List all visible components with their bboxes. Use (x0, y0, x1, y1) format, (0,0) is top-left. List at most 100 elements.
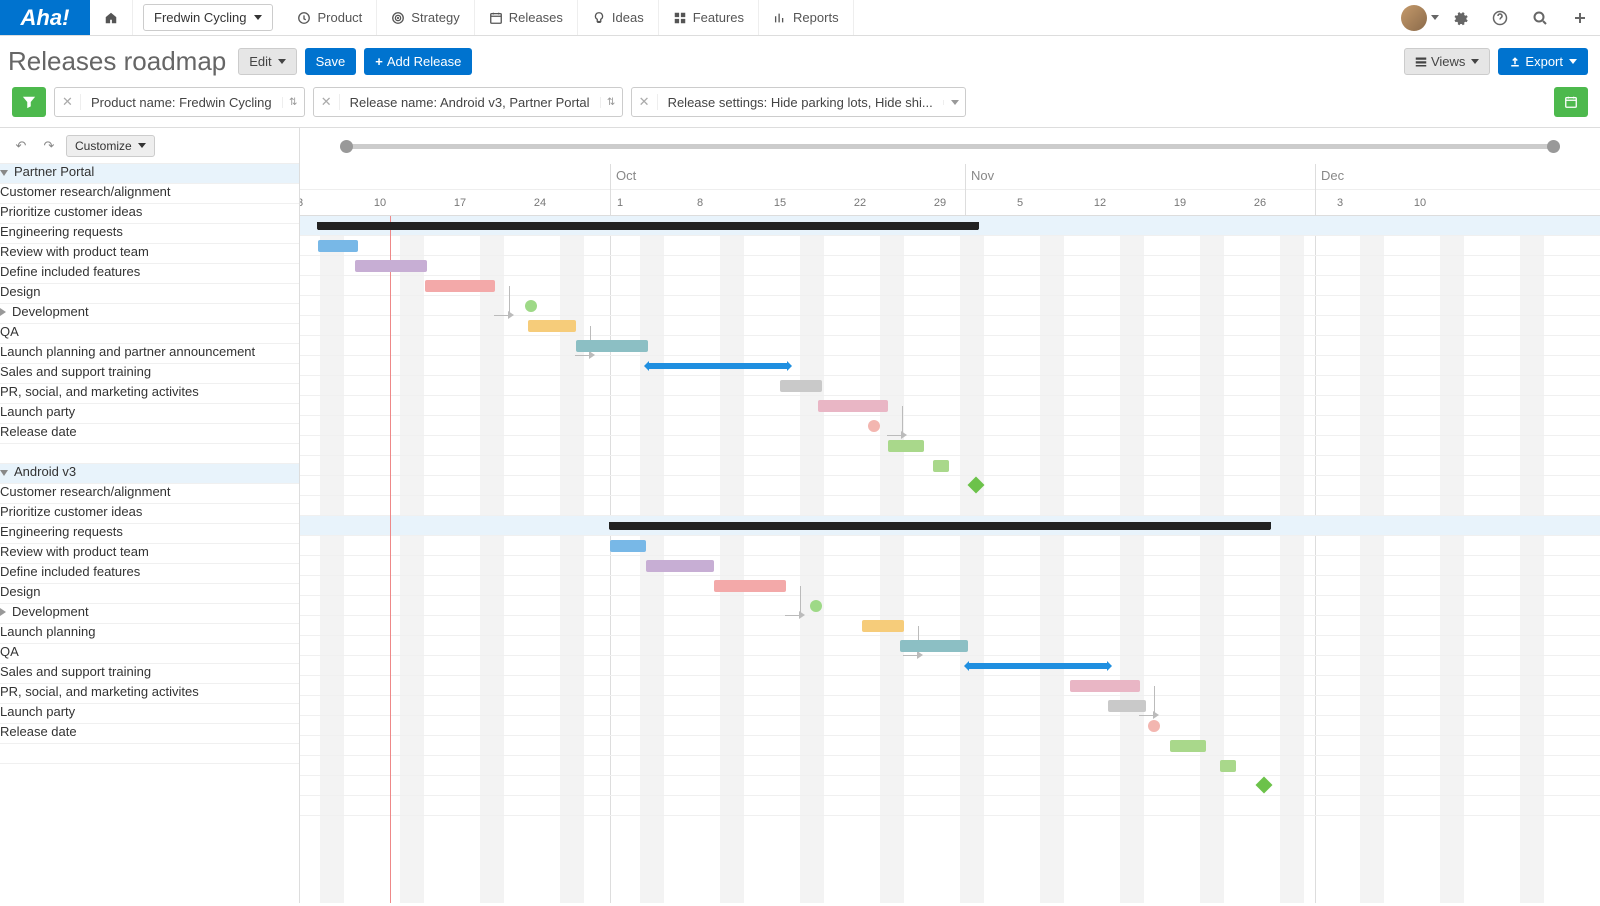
undo-icon[interactable]: ↶ (10, 135, 32, 157)
task-row[interactable]: QA (0, 644, 299, 664)
progress-bar[interactable] (648, 363, 788, 369)
milestone-marker[interactable] (525, 300, 537, 312)
task-row[interactable]: Define included features (0, 564, 299, 584)
milestone-marker[interactable] (1148, 720, 1160, 732)
release-diamond[interactable] (968, 477, 985, 494)
gantt-bar[interactable] (780, 380, 822, 392)
filter-product[interactable]: ✕ Product name: Fredwin Cycling ⇅ (54, 87, 305, 117)
gantt-bar[interactable] (610, 540, 646, 552)
gantt-bar[interactable] (576, 340, 648, 352)
task-row[interactable]: Development (0, 604, 299, 624)
group-row[interactable]: Android v3 (0, 464, 299, 484)
task-row[interactable]: Customer research/alignment (0, 184, 299, 204)
gantt-bar[interactable] (1070, 680, 1140, 692)
gantt-bar[interactable] (888, 440, 924, 452)
task-row[interactable]: Development (0, 304, 299, 324)
gantt-bar[interactable] (1108, 700, 1146, 712)
sort-icon[interactable]: ⇅ (600, 97, 622, 108)
task-row[interactable]: Prioritize customer ideas (0, 504, 299, 524)
task-row[interactable]: Launch planning and partner announcement (0, 344, 299, 364)
gantt-bar[interactable] (1220, 760, 1236, 772)
task-row[interactable]: Sales and support training (0, 364, 299, 384)
home-icon[interactable] (90, 0, 133, 35)
user-menu[interactable] (1400, 5, 1440, 31)
filter-release[interactable]: ✕ Release name: Android v3, Partner Port… (313, 87, 623, 117)
task-row[interactable]: Review with product team (0, 544, 299, 564)
calendar-button[interactable] (1554, 87, 1588, 117)
gantt-bar[interactable] (318, 240, 358, 252)
task-row[interactable]: Define included features (0, 264, 299, 284)
gantt-bar[interactable] (528, 320, 576, 332)
nav-product[interactable]: Product (283, 0, 377, 35)
nav-reports[interactable]: Reports (759, 0, 854, 35)
task-row[interactable]: PR, social, and marketing activites (0, 384, 299, 404)
task-row[interactable]: Design (0, 584, 299, 604)
left-toolbar: ↶ ↷ Customize (0, 128, 299, 164)
roadmap-main: ↶ ↷ Customize Partner PortalCustomer res… (0, 127, 1600, 903)
filter-settings[interactable]: ✕ Release settings: Hide parking lots, H… (631, 87, 966, 117)
release-diamond[interactable] (1256, 777, 1273, 794)
summary-bar[interactable] (318, 222, 978, 230)
remove-filter-icon[interactable]: ✕ (632, 94, 658, 110)
help-icon[interactable] (1480, 10, 1520, 26)
caret-down-icon[interactable] (943, 100, 965, 105)
task-row[interactable]: Launch party (0, 704, 299, 724)
expand-icon[interactable] (0, 608, 6, 616)
sort-icon[interactable]: ⇅ (282, 97, 304, 108)
task-row[interactable]: Launch party (0, 404, 299, 424)
gantt-bar[interactable] (355, 260, 427, 272)
task-row[interactable]: Launch planning (0, 624, 299, 644)
redo-icon[interactable]: ↷ (38, 135, 60, 157)
day-label: 10 (1380, 190, 1460, 216)
save-button[interactable]: Save (305, 48, 357, 75)
search-icon[interactable] (1520, 10, 1560, 26)
task-row[interactable]: Release date (0, 424, 299, 444)
settings-icon[interactable] (1440, 10, 1480, 26)
task-row[interactable]: Customer research/alignment (0, 484, 299, 504)
remove-filter-icon[interactable]: ✕ (55, 94, 81, 110)
task-row[interactable]: Release date (0, 724, 299, 744)
customize-button[interactable]: Customize (66, 135, 155, 157)
gantt-bar[interactable] (933, 460, 949, 472)
avatar (1401, 5, 1427, 31)
task-row[interactable]: Prioritize customer ideas (0, 204, 299, 224)
date-range-slider[interactable] (300, 128, 1600, 164)
task-row[interactable]: Design (0, 284, 299, 304)
milestone-marker[interactable] (868, 420, 880, 432)
remove-filter-icon[interactable]: ✕ (314, 94, 340, 110)
task-row[interactable]: PR, social, and marketing activites (0, 684, 299, 704)
summary-bar[interactable] (610, 522, 1270, 530)
export-button[interactable]: Export (1498, 48, 1588, 75)
gantt-bar[interactable] (714, 580, 786, 592)
gantt-bar[interactable] (646, 560, 714, 572)
add-icon[interactable] (1560, 10, 1600, 26)
day-label: 3 (300, 190, 340, 216)
group-row[interactable]: Partner Portal (0, 164, 299, 184)
task-row[interactable] (0, 744, 299, 764)
gantt-bar[interactable] (425, 280, 495, 292)
views-button[interactable]: Views (1404, 48, 1490, 75)
filter-icon[interactable] (12, 87, 46, 117)
progress-bar[interactable] (968, 663, 1108, 669)
expand-icon[interactable] (0, 308, 6, 316)
task-row[interactable] (0, 444, 299, 464)
gantt-bar[interactable] (818, 400, 888, 412)
task-row[interactable]: Engineering requests (0, 524, 299, 544)
add-release-button[interactable]: +Add Release (364, 48, 472, 75)
gantt-bar[interactable] (1170, 740, 1206, 752)
edit-button[interactable]: Edit (238, 48, 296, 75)
gantt-bar[interactable] (862, 620, 904, 632)
aha-logo[interactable]: Aha! (0, 0, 90, 35)
milestone-marker[interactable] (810, 600, 822, 612)
nav-releases[interactable]: Releases (475, 0, 578, 35)
task-row[interactable]: Review with product team (0, 244, 299, 264)
task-row[interactable]: Engineering requests (0, 224, 299, 244)
nav-ideas[interactable]: Ideas (578, 0, 659, 35)
nav-strategy[interactable]: Strategy (377, 0, 474, 35)
day-label: 5 (980, 190, 1060, 216)
gantt-bar[interactable] (900, 640, 968, 652)
workspace-selector[interactable]: Fredwin Cycling (143, 4, 273, 31)
task-row[interactable]: QA (0, 324, 299, 344)
nav-features[interactable]: Features (659, 0, 759, 35)
task-row[interactable]: Sales and support training (0, 664, 299, 684)
